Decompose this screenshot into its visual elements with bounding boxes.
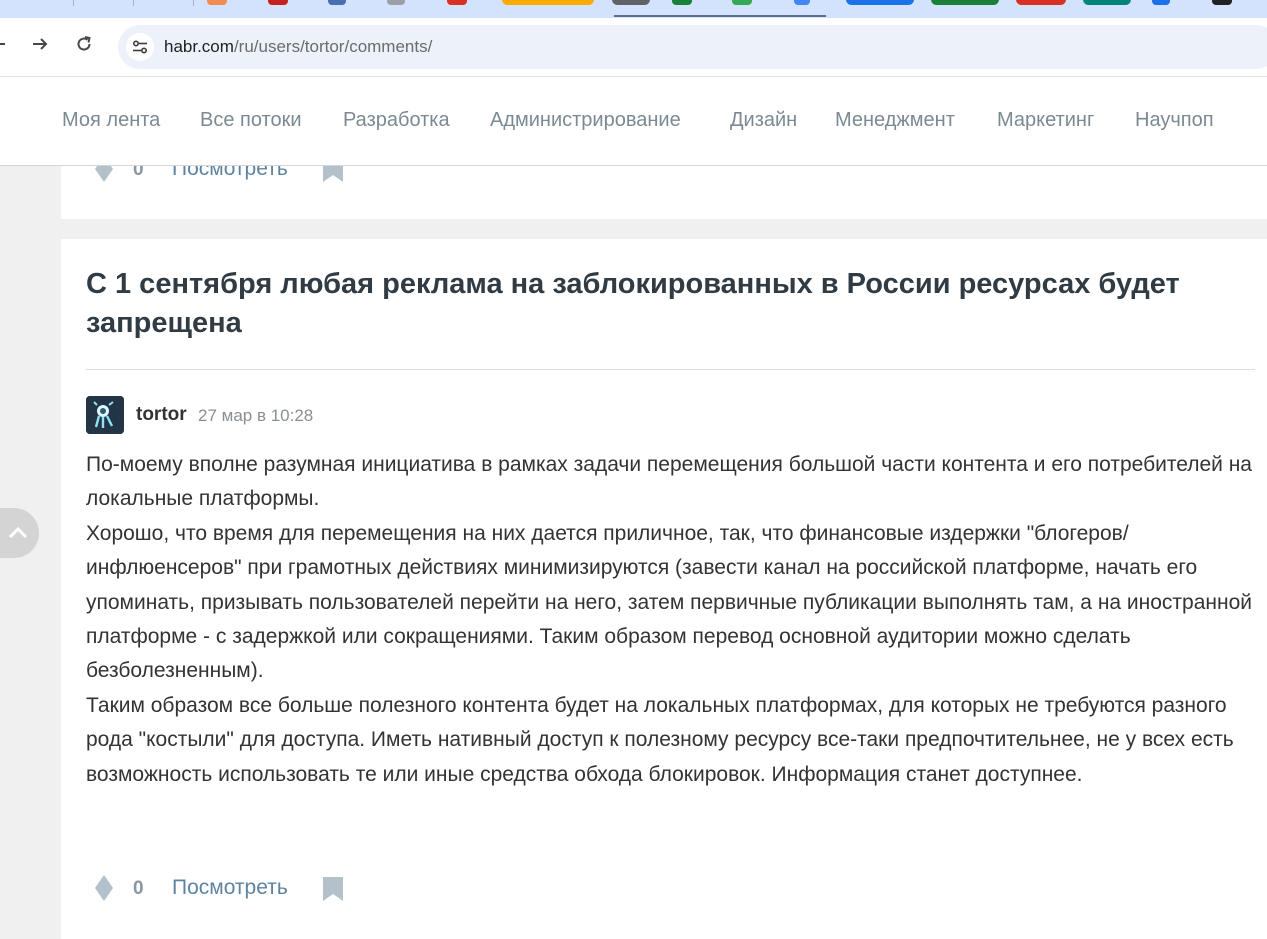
active-tab-indicator xyxy=(614,15,826,17)
tab-favicon[interactable] xyxy=(612,0,650,5)
avatar-robot-icon xyxy=(86,396,124,434)
browser-toolbar: habr.com/ru/users/tortor/comments/ xyxy=(0,18,1267,77)
comment-time[interactable]: 27 мар в 10:28 xyxy=(198,405,313,427)
title-divider xyxy=(86,369,1255,370)
tab-favicon[interactable] xyxy=(328,0,346,5)
view-comment-link[interactable]: Посмотреть xyxy=(172,876,288,900)
reload-icon xyxy=(77,36,91,51)
article-title-link[interactable]: С 1 сентября любая реклама на заблокиров… xyxy=(86,265,1236,343)
site-info-icon xyxy=(132,40,148,54)
nav-item-design[interactable]: Дизайн xyxy=(730,107,797,133)
nav-item-management[interactable]: Менеджмент xyxy=(835,107,955,133)
avatar[interactable] xyxy=(86,396,124,434)
comment-paragraph: Таким образом все больше полезного конте… xyxy=(86,693,1234,786)
url-host: habr.com xyxy=(164,37,234,56)
scroll-to-top-button[interactable] xyxy=(0,508,39,558)
browser-tab-strip xyxy=(0,0,1267,18)
back-button[interactable] xyxy=(0,30,12,58)
chevron-up-icon xyxy=(8,526,28,539)
bookmark-icon[interactable] xyxy=(323,877,343,906)
comment-paragraph: Хорошо, что время для перемещения на них… xyxy=(86,521,1253,683)
comment-footer: 0 Посмотреть xyxy=(61,869,461,909)
vote-icon[interactable] xyxy=(95,875,113,906)
comment-paragraph: По-моему вполне разумная инициатива в ра… xyxy=(86,453,1252,511)
comment-score: 0 xyxy=(133,878,144,899)
nav-item-development[interactable]: Разработка xyxy=(343,107,450,133)
comment-body: По-моему вполне разумная инициатива в ра… xyxy=(86,448,1261,792)
nav-item-all-streams[interactable]: Все потоки xyxy=(200,107,302,133)
tab-separator xyxy=(193,0,194,6)
comment-author[interactable]: tortor xyxy=(136,403,187,427)
forward-button[interactable] xyxy=(26,30,54,58)
address-bar[interactable]: habr.com/ru/users/tortor/comments/ xyxy=(118,25,1267,69)
tab-favicon[interactable] xyxy=(732,0,752,5)
reload-button[interactable] xyxy=(70,30,98,58)
site-navigation: Моя лента Все потоки Разработка Админист… xyxy=(0,77,1267,166)
tab-favicon[interactable] xyxy=(447,0,467,5)
tab-favicon[interactable] xyxy=(387,0,405,5)
nav-item-marketing[interactable]: Маркетинг xyxy=(997,107,1094,133)
tab-favicon[interactable] xyxy=(268,0,288,5)
tab-separator xyxy=(133,0,134,6)
url-path: /ru/users/tortor/comments/ xyxy=(233,37,433,56)
tab-favicon[interactable] xyxy=(794,0,810,5)
tab-group-chip[interactable] xyxy=(846,0,914,5)
tab-group-chip[interactable] xyxy=(502,0,594,5)
site-info-button[interactable] xyxy=(126,33,154,61)
nav-item-administration[interactable]: Администрирование xyxy=(490,107,681,133)
tab-favicon[interactable] xyxy=(672,0,692,5)
tab-favicon[interactable] xyxy=(1152,0,1170,5)
forward-icon xyxy=(33,38,48,50)
comment-card: С 1 сентября любая реклама на заблокиров… xyxy=(61,239,1267,939)
tab-group-chip[interactable] xyxy=(1083,0,1131,5)
tab-separator xyxy=(73,0,74,6)
url-text[interactable]: habr.com/ru/users/tortor/comments/ xyxy=(164,37,432,57)
tab-group-chip[interactable] xyxy=(1016,0,1066,5)
tab-group-chip[interactable] xyxy=(931,0,999,5)
tab-favicon[interactable] xyxy=(207,0,227,5)
tab-favicon[interactable] xyxy=(1212,0,1232,5)
nav-item-popsci[interactable]: Научпоп xyxy=(1135,107,1214,133)
back-icon xyxy=(0,43,5,45)
nav-item-feed[interactable]: Моя лента xyxy=(62,107,160,133)
